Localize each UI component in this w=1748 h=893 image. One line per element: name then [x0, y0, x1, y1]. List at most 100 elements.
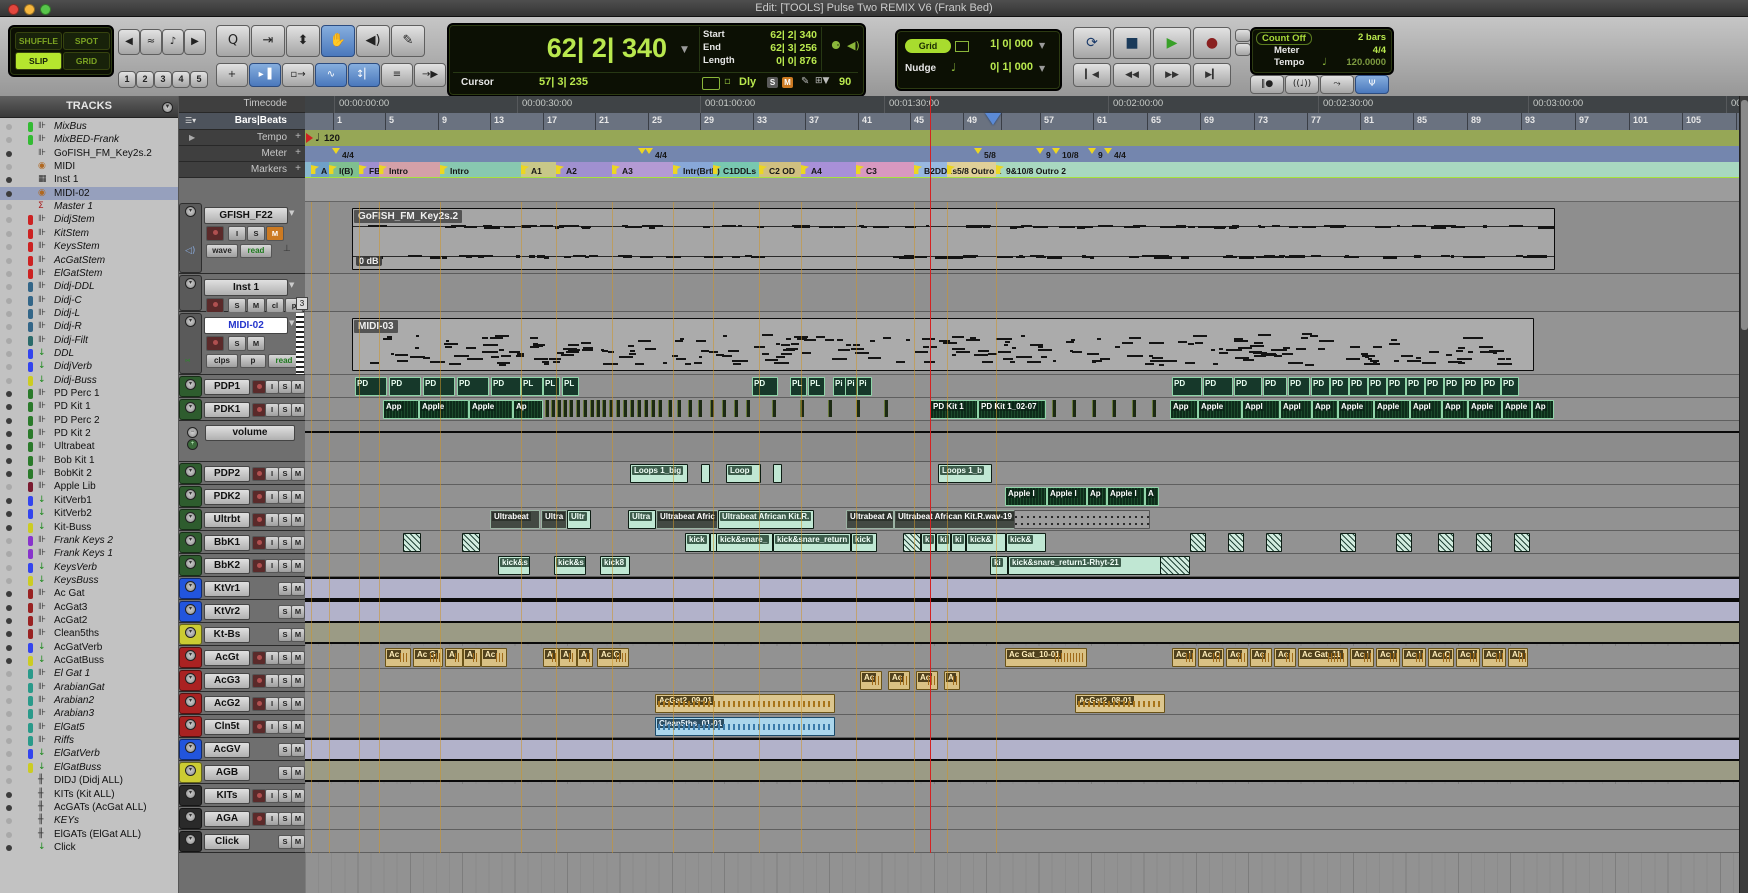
record-enable-button[interactable]	[252, 674, 266, 688]
track-active-dot[interactable]	[6, 578, 12, 584]
midi-zoom-icon[interactable]: ♪	[162, 29, 184, 55]
solo-button[interactable]: S	[278, 697, 292, 711]
record-enable-button[interactable]	[252, 536, 266, 550]
clip[interactable]: Apple l	[1005, 487, 1047, 506]
wait-for-note-button[interactable]: ‖●	[1250, 75, 1284, 94]
waveform-badge-icon[interactable]	[702, 77, 720, 90]
clip[interactable]: PD	[1234, 377, 1262, 396]
mute-button[interactable]: M	[291, 513, 305, 527]
track-color-tab[interactable]: ▾	[179, 399, 202, 420]
track-active-dot[interactable]	[6, 404, 12, 410]
tick-clip[interactable]	[583, 400, 587, 417]
smart-fade-icon[interactable]: ∿	[315, 63, 347, 87]
track-name[interactable]: Kit-Buss	[54, 521, 91, 534]
marker-label[interactable]: C1DDLs	[723, 166, 756, 176]
tick-clip[interactable]	[1052, 400, 1056, 417]
track-color-tab[interactable]: ▾	[179, 785, 202, 806]
input-button[interactable]: I	[265, 403, 279, 417]
track-collapse-icon[interactable]: ▾	[185, 206, 196, 217]
track-name-box[interactable]: AGA	[204, 811, 250, 827]
clip[interactable]: PL	[543, 377, 560, 396]
track-name[interactable]: Clean5ths	[54, 627, 99, 640]
clip[interactable]: kick8	[600, 556, 630, 575]
track-active-dot[interactable]	[6, 605, 12, 611]
input-button[interactable]: I	[265, 536, 279, 550]
track-name[interactable]: MIDI-02	[54, 187, 90, 200]
track-name[interactable]: Didj-Filt	[54, 334, 88, 347]
track-name[interactable]: BobKit 2	[54, 467, 92, 480]
tick-clip[interactable]	[677, 400, 681, 417]
sidebar-item-kit-buss[interactable]: ↓Kit-Buss	[0, 521, 178, 534]
track-name-box[interactable]: Ultrbt	[204, 512, 250, 528]
ruler-view-icon[interactable]: ☰▾	[185, 116, 196, 125]
sidebar-item-elgatbuss[interactable]: ↓ElGatBuss	[0, 761, 178, 774]
clip[interactable]: App	[1170, 400, 1198, 419]
track-name-box[interactable]: Inst 1	[204, 279, 288, 296]
clip[interactable]: Apple l	[1047, 487, 1087, 506]
session-label[interactable]: Count Off	[1256, 32, 1312, 45]
clip[interactable]: PD	[1501, 377, 1519, 396]
record-enable-button[interactable]	[206, 298, 224, 313]
mute-button[interactable]: M	[291, 766, 305, 780]
waveform-zoom-icon[interactable]: ≈	[140, 29, 162, 55]
header-extra-read[interactable]: read	[240, 244, 272, 258]
track-active-dot[interactable]	[6, 725, 12, 731]
track-name[interactable]: Apple Lib	[54, 480, 96, 493]
track-active-dot[interactable]	[6, 151, 12, 157]
mode-button-grid[interactable]: GRID	[63, 52, 110, 70]
sidebar-item-gofish-fm-key2s-2[interactable]: ⊪GoFISH_FM_Key2s.2	[0, 147, 178, 160]
mute-badge[interactable]: M	[782, 77, 793, 88]
sidebar-item-master-1[interactable]: ΣMaster 1	[0, 200, 178, 213]
track-collapse-icon[interactable]: ▾	[185, 765, 196, 776]
mute-button[interactable]: M	[291, 536, 305, 550]
track-collapse-icon[interactable]: ▾	[185, 650, 196, 661]
sidebar-item-apple-lib[interactable]: ⊪Apple Lib	[0, 480, 178, 493]
smart-move-icon[interactable]: +	[216, 63, 248, 87]
track-name[interactable]: AcGat3	[54, 601, 87, 614]
clip[interactable]: Apple	[1338, 400, 1374, 419]
track-name[interactable]: ElGatStem	[54, 267, 102, 280]
sidebar-item-arabian3[interactable]: ⊪Arabian3	[0, 707, 178, 720]
rewind-button[interactable]: ◀◀	[1113, 63, 1151, 87]
clip[interactable]: PD	[491, 377, 521, 396]
trim-tool-icon[interactable]: ⇥	[251, 25, 285, 57]
marker-label[interactable]: A3	[622, 166, 633, 176]
clip[interactable]: Appl	[1242, 400, 1280, 419]
clip[interactable]: Clean5ths_01-01	[655, 717, 835, 736]
clip[interactable]: A	[445, 648, 463, 667]
clip[interactable]: AcGat2_09-01	[655, 694, 835, 713]
solo-button[interactable]: S	[228, 298, 246, 313]
track-active-dot[interactable]	[6, 658, 12, 664]
sidebar-item-didj-r[interactable]: ⊪Didj-R	[0, 320, 178, 333]
mute-button[interactable]: M	[291, 490, 305, 504]
conductor-button[interactable]: Ψ	[1355, 75, 1389, 94]
tick-clip[interactable]	[630, 400, 634, 417]
sidebar-item-ac-gat[interactable]: ⊪Ac Gat	[0, 587, 178, 600]
record-enable-button[interactable]	[252, 651, 266, 665]
track-active-dot[interactable]	[6, 645, 12, 651]
track-collapse-icon[interactable]: ▾	[185, 604, 196, 615]
record-enable-button[interactable]	[252, 380, 266, 394]
clip[interactable]	[1396, 533, 1412, 552]
clip[interactable]: ki	[936, 533, 951, 552]
tick-clip[interactable]	[1152, 400, 1156, 417]
clip[interactable]: Ac	[860, 671, 882, 690]
track-color-tab[interactable]: ▾	[179, 275, 202, 311]
track-name[interactable]: DIDJ (Didj ALL)	[54, 774, 123, 787]
track-collapse-icon[interactable]: ▾	[185, 581, 196, 592]
zoom-preset-1[interactable]: 1	[118, 71, 136, 88]
clip-icon[interactable]: ▫	[724, 76, 731, 87]
track-color-tab[interactable]: ▾	[179, 578, 202, 599]
clip[interactable]: Ac I	[1376, 648, 1400, 667]
session-value[interactable]: 2 bars	[1358, 32, 1386, 43]
track-active-dot[interactable]	[6, 832, 12, 838]
delay-label[interactable]: Dly	[739, 76, 756, 88]
lane-add-icon[interactable]: +	[187, 439, 198, 450]
solo-button[interactable]: S	[278, 835, 292, 849]
stop-button[interactable]: ■	[1113, 27, 1151, 59]
clip[interactable]: Ac	[916, 671, 938, 690]
sidebar-item-riffs[interactable]: ⊪Riffs	[0, 734, 178, 747]
solo-button[interactable]: S	[278, 467, 292, 481]
tick-clip[interactable]	[772, 400, 776, 417]
track-name[interactable]: AcGatVerb	[54, 641, 102, 654]
